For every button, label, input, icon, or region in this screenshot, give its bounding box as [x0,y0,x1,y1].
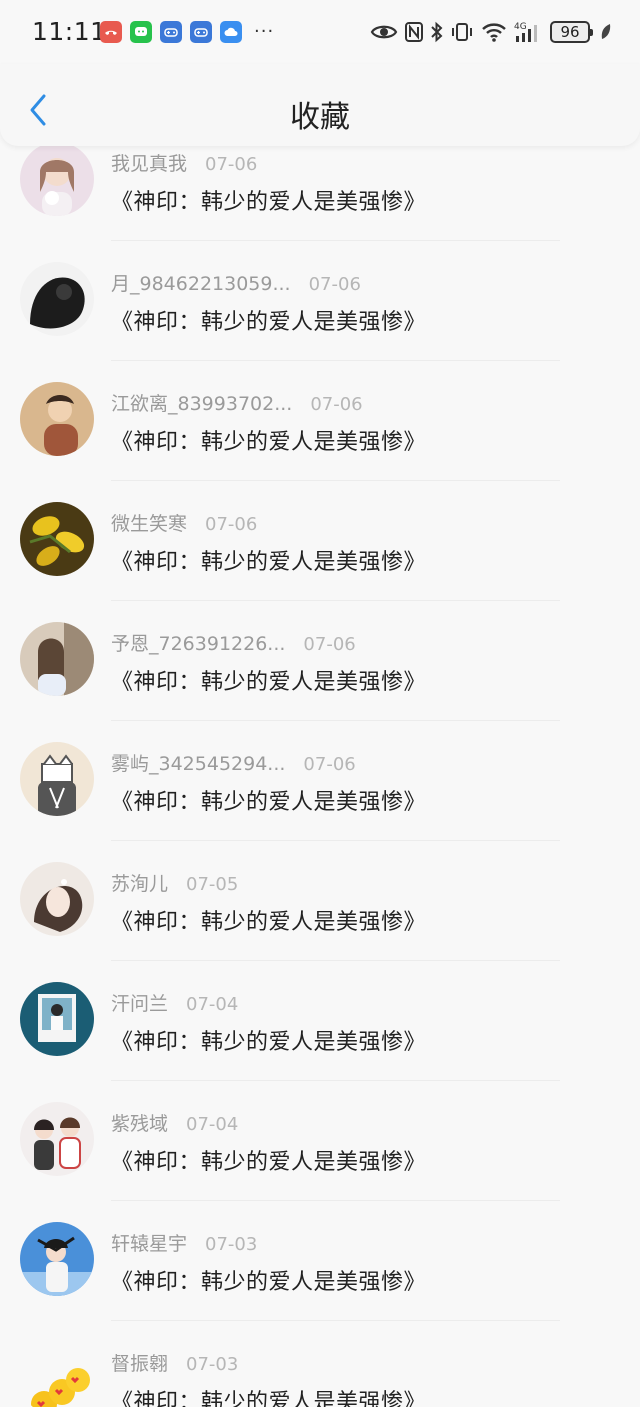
status-time: 11:11 [32,17,107,46]
system-icons: 4G 96 [370,18,612,46]
avatar[interactable] [20,1222,94,1296]
divider [111,720,560,721]
list-item[interactable]: 汗问兰 07-04 《神印：韩少的爱人是美强惨》 [0,970,640,1090]
avatar[interactable] [20,982,94,1056]
item-meta: 我见真我 07-06 [111,149,257,176]
game-controller-icon [190,21,212,43]
item-meta: 江欲离_83993702... 07-06 [111,389,363,416]
book-title[interactable]: 《神印：韩少的爱人是美强惨》 [111,304,426,336]
book-title[interactable]: 《神印：韩少的爱人是美强惨》 [111,1024,426,1056]
book-title[interactable]: 《神印：韩少的爱人是美强惨》 [111,544,426,576]
username[interactable]: 紫残域 [111,1109,168,1136]
divider [111,480,560,481]
date: 07-06 [205,514,258,535]
book-title[interactable]: 《神印：韩少的爱人是美强惨》 [111,904,426,936]
item-meta: 苏洵儿 07-05 [111,869,238,896]
app-header: 收藏 [0,64,640,146]
list-item[interactable]: 苏洵儿 07-05 《神印：韩少的爱人是美强惨》 [0,850,640,970]
missed-call-icon [100,21,122,43]
cloud-icon [220,21,242,43]
message-icon [130,21,152,43]
username[interactable]: 轩辕星宇 [111,1229,187,1256]
divider [111,240,560,241]
page-title: 收藏 [290,100,350,135]
avatar[interactable] [20,622,94,696]
svg-text:4G: 4G [514,22,527,32]
item-meta: 月_98462213059... 07-06 [111,269,361,296]
date: 07-06 [303,754,356,775]
divider [111,1320,560,1321]
username[interactable]: 汗问兰 [111,989,168,1016]
date: 07-06 [303,634,356,655]
date: 07-03 [186,1354,239,1375]
avatar[interactable] [20,862,94,936]
username[interactable]: 江欲离_83993702... [111,389,292,416]
username[interactable]: 苏洵儿 [111,869,168,896]
date: 07-04 [186,994,239,1015]
list-item[interactable]: 紫残域 07-04 《神印：韩少的爱人是美强惨》 [0,1090,640,1210]
divider [111,960,560,961]
divider [111,840,560,841]
status-bar: 11:11 ··· 4G 96 [0,0,640,64]
list-item[interactable]: 我见真我 07-06 《神印：韩少的爱人是美强惨》 [0,130,640,250]
date: 07-06 [308,274,361,295]
avatar[interactable] [20,142,94,216]
game-controller-icon [160,21,182,43]
book-title[interactable]: 《神印：韩少的爱人是美强惨》 [111,184,426,216]
book-title[interactable]: 《神印：韩少的爱人是美强惨》 [111,1384,426,1407]
list-item[interactable]: 予恩_726391226... 07-06 《神印：韩少的爱人是美强惨》 [0,610,640,730]
wifi-icon [480,18,508,46]
list-item[interactable]: 微生笑寒 07-06 《神印：韩少的爱人是美强惨》 [0,490,640,610]
avatar[interactable] [20,262,94,336]
username[interactable]: 我见真我 [111,149,187,176]
date: 07-05 [186,874,239,895]
list-item[interactable]: 月_98462213059... 07-06 《神印：韩少的爱人是美强惨》 [0,250,640,370]
item-meta: 督振翱 07-03 [111,1349,238,1376]
list-item[interactable]: 雾屿_342545294... 07-06 《神印：韩少的爱人是美强惨》 [0,730,640,850]
book-title[interactable]: 《神印：韩少的爱人是美强惨》 [111,784,426,816]
avatar[interactable] [20,502,94,576]
avatar[interactable] [20,742,94,816]
list-item[interactable]: 督振翱 07-03 《神印：韩少的爱人是美强惨》 [0,1330,640,1407]
eye-icon [370,18,398,46]
date: 07-06 [205,154,258,175]
item-meta: 予恩_726391226... 07-06 [111,629,356,656]
battery-icon: 96 [550,21,593,43]
more-notifications-icon: ··· [254,21,275,42]
date: 07-06 [310,394,363,415]
nfc-icon [404,18,424,46]
notification-icons: ··· [100,21,274,43]
leaf-icon [600,18,612,46]
book-title[interactable]: 《神印：韩少的爱人是美强惨》 [111,664,426,696]
username[interactable]: 雾屿_342545294... [111,749,285,776]
list-item[interactable]: 江欲离_83993702... 07-06 《神印：韩少的爱人是美强惨》 [0,370,640,490]
username[interactable]: 予恩_726391226... [111,629,285,656]
item-meta: 轩辕星宇 07-03 [111,1229,257,1256]
signal-4g-icon: 4G [514,18,544,46]
username[interactable]: 月_98462213059... [111,269,291,296]
list-item[interactable]: 轩辕星宇 07-03 《神印：韩少的爱人是美强惨》 [0,1210,640,1330]
favorites-list: 我见真我 07-06 《神印：韩少的爱人是美强惨》 月_98462213059.… [0,130,640,1407]
username[interactable]: 督振翱 [111,1349,168,1376]
book-title[interactable]: 《神印：韩少的爱人是美强惨》 [111,424,426,456]
avatar[interactable] [20,1342,94,1407]
bluetooth-icon [430,18,444,46]
username[interactable]: 微生笑寒 [111,509,187,536]
item-meta: 微生笑寒 07-06 [111,509,257,536]
item-meta: 紫残域 07-04 [111,1109,238,1136]
book-title[interactable]: 《神印：韩少的爱人是美强惨》 [111,1144,426,1176]
divider [111,360,560,361]
date: 07-03 [205,1234,258,1255]
vibrate-icon [450,18,474,46]
item-meta: 汗问兰 07-04 [111,989,238,1016]
avatar[interactable] [20,1102,94,1176]
item-meta: 雾屿_342545294... 07-06 [111,749,356,776]
divider [111,1200,560,1201]
book-title[interactable]: 《神印：韩少的爱人是美强惨》 [111,1264,426,1296]
divider [111,1080,560,1081]
divider [111,600,560,601]
avatar[interactable] [20,382,94,456]
date: 07-04 [186,1114,239,1135]
